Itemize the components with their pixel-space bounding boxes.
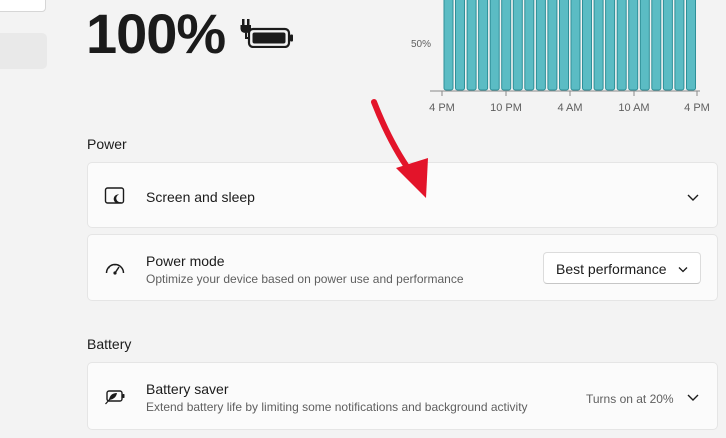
x-tick-label: 4 PM (684, 102, 710, 114)
power-mode-selected: Best performance (556, 261, 667, 277)
sidebar-search-box[interactable] (0, 0, 46, 12)
sidebar-selected-item[interactable] (0, 33, 47, 69)
red-annotation-arrow (371, 99, 428, 198)
chevron-down-icon[interactable] (686, 192, 700, 202)
usage-bar (455, 0, 465, 91)
usage-bar (582, 0, 592, 91)
power-mode-card: Power mode Optimize your device based on… (87, 234, 718, 301)
usage-bar (616, 0, 627, 91)
battery-saver-icon (105, 390, 125, 405)
screen-sleep-icon (104, 187, 125, 204)
usage-bar (570, 0, 581, 91)
usage-bar (547, 0, 558, 91)
usage-bar (512, 0, 523, 91)
usage-bar (559, 0, 569, 91)
usage-bar (501, 0, 512, 91)
power-mode-dropdown[interactable]: Best performance (543, 252, 701, 284)
x-tick-label: 10 PM (490, 102, 522, 114)
power-mode-subtitle: Optimize your device based on power use … (146, 272, 464, 286)
battery-charging-icon (240, 19, 293, 48)
usage-bar (686, 0, 696, 91)
chevron-down-icon[interactable] (686, 392, 700, 402)
battery-percentage: 100% (86, 2, 226, 65)
usage-bar (535, 0, 546, 91)
navigation-sidebar (0, 0, 56, 438)
battery-saver-title: Battery saver (146, 381, 229, 397)
usage-bar (524, 0, 535, 91)
usage-bar (662, 0, 673, 91)
power-mode-title: Power mode (146, 253, 225, 269)
usage-bar (466, 0, 477, 91)
usage-bar (593, 0, 604, 91)
battery-saver-subtitle: Extend battery life by limiting some not… (146, 400, 528, 414)
section-title-power: Power (87, 136, 127, 152)
usage-bar (443, 0, 454, 91)
x-tick-label: 10 AM (618, 102, 649, 114)
x-tick-label: 4 AM (557, 102, 582, 114)
y-tick-label: 50% (411, 39, 431, 50)
usage-bar (478, 0, 489, 91)
usage-bar (639, 0, 650, 91)
chevron-down-icon (678, 267, 688, 273)
usage-bar (651, 0, 662, 91)
usage-bar (605, 0, 616, 91)
battery-saver-card[interactable]: Battery saver Extend battery life by lim… (87, 362, 718, 430)
usage-bar (489, 0, 500, 91)
battery-saver-status: Turns on at 20% (586, 392, 674, 406)
section-title-battery: Battery (87, 336, 132, 352)
usage-bar (628, 0, 639, 91)
usage-bar (674, 0, 685, 91)
screen-sleep-title: Screen and sleep (146, 189, 255, 205)
battery-usage-chart: 50% 4 PM 10 PM 4 AM 10 AM 4 PM (411, 0, 710, 114)
gauge-icon (105, 263, 125, 275)
